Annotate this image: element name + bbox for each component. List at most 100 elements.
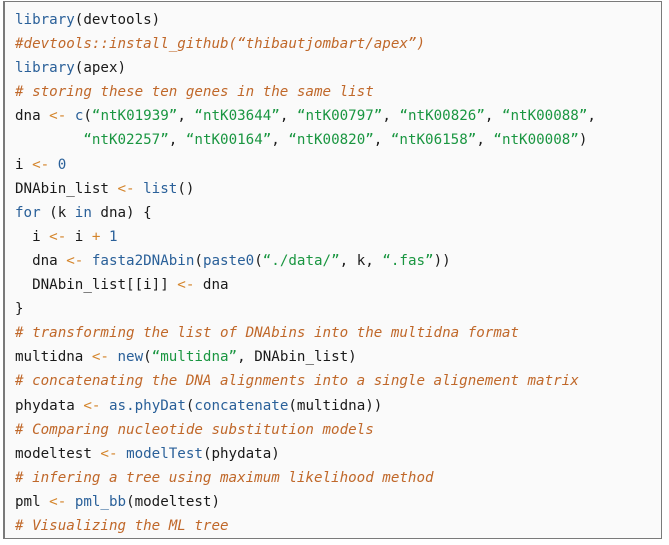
code-token-plain: ,	[587, 108, 596, 125]
code-token-str: “ntK00826”	[399, 108, 485, 125]
code-token-plain: dna) {	[91, 204, 152, 221]
code-token-plain: ,	[382, 108, 400, 125]
code-line: dna <- c(“ntK01939”, “ntK03644”, “ntK007…	[15, 104, 661, 128]
code-line: # storing these ten genes in the same li…	[15, 80, 661, 104]
code-token-plain: , k,	[339, 252, 383, 269]
code-token-op: <-	[83, 397, 101, 414]
code-token-plain: dna	[194, 277, 229, 294]
code-token-com: # Comparing nucleotide substitution mode…	[15, 421, 374, 438]
code-token-fn: new	[117, 349, 144, 366]
code-token-plain: (	[194, 252, 203, 269]
r-source-code[interactable]: library(devtools) #devtools::install_gith…	[5, 2, 661, 539]
code-token-plain: (	[83, 108, 92, 125]
code-line: pml <- pml_bb(modeltest)	[15, 490, 661, 514]
code-token-str: “ntK00797”	[296, 108, 383, 125]
code-token-op: <-	[49, 493, 67, 510]
code-token-plain: ,	[476, 132, 494, 149]
code-token-str: “ntK00820”	[288, 132, 374, 149]
code-token-fn: pml_bb	[74, 493, 127, 510]
code-token-plain: ()	[177, 180, 195, 197]
code-token-plain: (k	[40, 204, 75, 221]
code-token-str: “multidna”	[151, 349, 238, 366]
code-token-plain: ,	[279, 108, 297, 125]
code-token-plain: dna	[15, 252, 67, 269]
code-token-plain: ,	[271, 132, 289, 149]
code-token-plain: pml	[15, 493, 50, 510]
code-token-plain: (modeltest)	[126, 493, 221, 510]
code-token-com: # Visualizing the ML tree	[15, 517, 229, 534]
code-line: plot(pml$tree)	[15, 538, 661, 539]
code-block-card: library(devtools) #devtools::install_gith…	[3, 1, 662, 539]
code-token-kw: for	[15, 204, 41, 221]
code-token-op: <-	[49, 228, 67, 245]
code-token-num: 0	[57, 156, 67, 173]
code-token-str: “ntK06158”	[390, 132, 477, 149]
code-token-op: <-	[91, 349, 109, 366]
code-line: # Comparing nucleotide substitution mode…	[15, 418, 661, 442]
code-token-fn: library	[15, 60, 75, 77]
code-token-fn: as.phyDat	[108, 397, 186, 414]
code-token-fn: library	[15, 12, 75, 28]
code-token-com: # infering a tree using maximum likeliho…	[15, 469, 434, 486]
code-line: multidna <- new(“multidna”, DNAbin_list)	[15, 345, 661, 369]
code-token-plain: i	[15, 228, 50, 245]
code-line: dna <- fasta2DNAbin(paste0(“./data/”, k,…	[15, 249, 661, 273]
code-line: phydata <- as.phyDat(concatenate(multidn…	[15, 394, 661, 418]
code-line: # infering a tree using maximum likeliho…	[15, 466, 661, 490]
code-token-plain: modeltest	[15, 445, 101, 462]
code-token-op: <-	[177, 277, 195, 294]
code-token-plain: (apex)	[74, 60, 127, 77]
code-token-plain: , DNAbin_list)	[237, 349, 357, 366]
code-token-plain: (	[254, 252, 263, 269]
code-line: DNAbin_list[[i]] <- dna	[15, 273, 661, 297]
code-line: i <- 0	[15, 153, 661, 177]
code-line: modeltest <- modelTest(phydata)	[15, 442, 661, 466]
code-token-plain: DNAbin_list	[15, 180, 118, 197]
code-token-str: “.fas”	[382, 252, 434, 269]
code-token-plain: phydata	[15, 397, 84, 414]
code-line: # transforming the list of DNAbins into …	[15, 321, 661, 345]
code-token-str: “ntK00164”	[185, 132, 272, 149]
code-token-com: # storing these ten genes in the same li…	[15, 84, 374, 101]
code-token-op: <-	[32, 156, 50, 173]
code-token-op: <-	[49, 108, 67, 125]
code-token-str: “ntK02257”	[83, 132, 169, 149]
code-token-str: “ntK03644”	[194, 108, 280, 125]
code-token-fn: concatenate	[194, 397, 289, 414]
code-line: “ntK02257”, “ntK00164”, “ntK00820”, “ntK…	[15, 128, 661, 152]
code-token-op: <-	[100, 445, 118, 462]
code-line: # Visualizing the ML tree	[15, 514, 661, 538]
code-token-str: “ntK01939”	[91, 108, 178, 125]
code-line: }	[15, 297, 661, 321]
code-token-str: “ntK00008”	[493, 132, 579, 149]
code-token-str: “ntK00088”	[501, 108, 588, 125]
code-token-com: #devtools::install_github(“thibautjombar…	[15, 36, 425, 53]
code-line: # concatenating the DNA alignments into …	[15, 369, 661, 393]
code-token-plain: ))	[433, 252, 451, 269]
code-token-plain: (multidna))	[288, 397, 383, 414]
code-token-plain: (devtools)	[74, 12, 161, 28]
code-token-com: # concatenating the DNA alignments into …	[15, 373, 579, 390]
code-line: library(apex)	[15, 56, 661, 80]
code-token-fn: modelTest	[126, 445, 203, 462]
code-token-op: <-	[117, 180, 135, 197]
code-token-op: <-	[66, 252, 84, 269]
code-line: for (k in dna) {	[15, 201, 661, 225]
code-token-plain: ,	[177, 108, 195, 125]
code-token-kw: in	[74, 204, 92, 221]
code-token-plain: }	[15, 301, 24, 318]
code-token-plain: dna	[15, 108, 50, 125]
code-token-fn: paste0	[202, 252, 255, 269]
code-token-plain: multidna	[15, 349, 92, 366]
code-token-plain: (phydata)	[202, 445, 280, 462]
